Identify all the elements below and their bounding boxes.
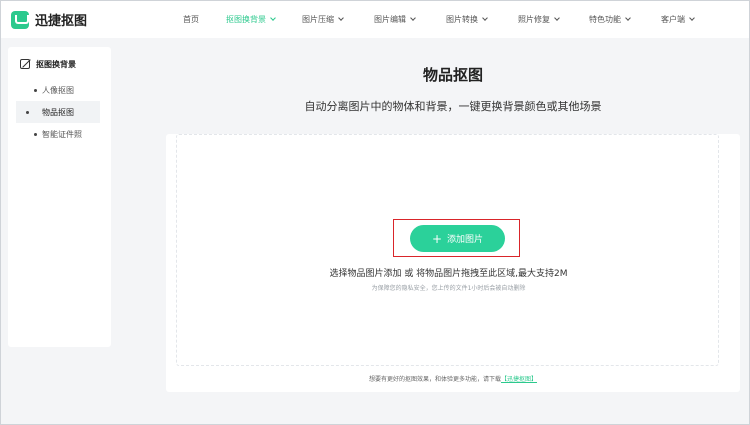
page-title: 物品抠图 — [422, 66, 483, 84]
download-app-link[interactable]: 【迅捷抠图】 — [501, 376, 537, 383]
cutout-icon — [20, 59, 30, 69]
chevron-down-icon — [689, 15, 695, 21]
page-subtitle: 自动分离图片中的物体和背景，一键更换背景颜色或其他场景 — [304, 100, 602, 113]
nav-item-client[interactable]: 客户端 — [661, 14, 695, 25]
main-content: 物品抠图 自动分离图片中的物体和背景，一键更换背景颜色或其他场景 + 添加图片 … — [166, 47, 740, 392]
nav-item-image-compress[interactable]: 图片压缩 — [302, 14, 344, 25]
sidebar: 抠图换背景 人像抠图 物品抠图 智能证件照 — [8, 47, 111, 347]
nav-item-cutout-background[interactable]: 抠图换背景 — [226, 14, 276, 25]
sidebar-item-portrait-cutout[interactable]: 人像抠图 — [24, 79, 111, 101]
main-nav: 首页 抠图换背景 图片压缩 图片编辑 图片转换 照片修复 特色功能 客户端 — [177, 1, 695, 38]
chevron-down-icon — [554, 15, 560, 21]
top-navbar: 迅捷抠图 首页 抠图换背景 图片压缩 图片编辑 图片转换 照片修复 特色功能 客… — [1, 1, 749, 38]
nav-item-home[interactable]: 首页 — [183, 14, 199, 25]
logo-icon — [11, 10, 29, 29]
add-image-button[interactable]: + 添加图片 — [410, 225, 505, 252]
chevron-down-icon — [482, 15, 488, 21]
nav-item-image-convert[interactable]: 图片转换 — [446, 14, 488, 25]
nav-item-photo-repair[interactable]: 照片修复 — [518, 14, 560, 25]
nav-item-image-edit[interactable]: 图片编辑 — [374, 14, 416, 25]
sidebar-item-smart-id-photo[interactable]: 智能证件照 — [24, 123, 111, 145]
upload-hint: 选择物品图片添加 或 将物品图片拖拽至此区域,最大支持2M — [329, 269, 568, 279]
drop-zone[interactable]: + 添加图片 选择物品图片添加 或 将物品图片拖拽至此区域,最大支持2M 为保障… — [176, 134, 719, 366]
nav-item-features[interactable]: 特色功能 — [589, 14, 631, 25]
chevron-down-icon — [625, 15, 631, 21]
download-note: 想要有更好的抠图效果，和体验更多功能，请下载【迅捷抠图】 — [368, 376, 538, 383]
plus-icon: + — [431, 231, 443, 246]
app-logo[interactable]: 迅捷抠图 — [11, 10, 87, 29]
chevron-down-icon — [270, 15, 276, 21]
chevron-down-icon — [338, 15, 344, 21]
sidebar-header: 抠图换背景 — [20, 57, 111, 71]
chevron-down-icon — [410, 15, 416, 21]
app-name: 迅捷抠图 — [35, 14, 88, 29]
upload-card: + 添加图片 选择物品图片添加 或 将物品图片拖拽至此区域,最大支持2M 为保障… — [166, 134, 740, 392]
sidebar-item-object-cutout[interactable]: 物品抠图 — [16, 101, 100, 123]
privacy-note: 为保障您的隐私安全，您上传的文件1小时后会被自动删除 — [371, 285, 526, 292]
